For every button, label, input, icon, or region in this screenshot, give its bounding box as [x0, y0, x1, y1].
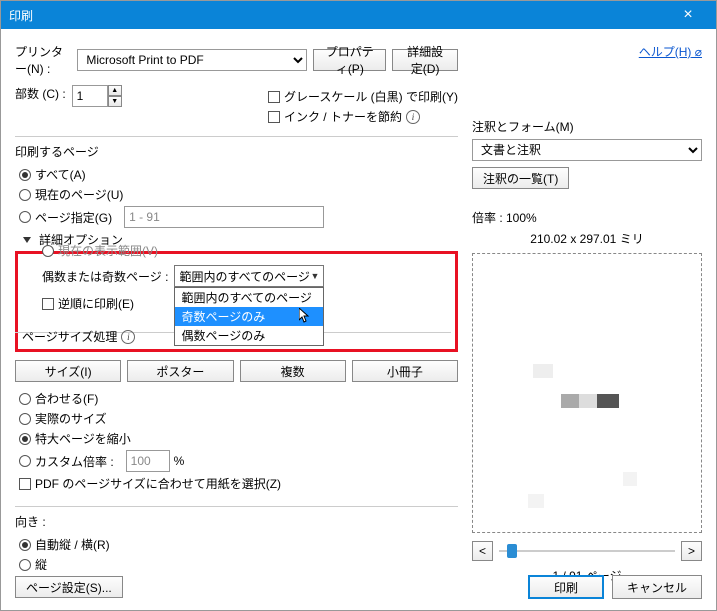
radio-auto-label: 自動縦 / 横(R): [35, 536, 110, 553]
tab-size[interactable]: サイズ(I): [15, 360, 121, 382]
odd-even-select[interactable]: 範囲内のすべてのページ ▼: [174, 265, 324, 287]
odd-even-label: 偶数または奇数ページ :: [42, 268, 168, 285]
sizing-group-label: ページサイズ処理: [22, 328, 117, 345]
print-preview: [472, 253, 702, 533]
info-icon[interactable]: i: [406, 110, 420, 124]
reverse-checkbox[interactable]: [42, 298, 54, 310]
grayscale-checkbox[interactable]: [268, 91, 280, 103]
reverse-label: 逆順に印刷(E): [58, 295, 134, 312]
radio-range[interactable]: [19, 211, 31, 223]
chevron-down-icon: ▼: [311, 271, 320, 281]
close-icon[interactable]: ×: [668, 6, 708, 24]
comments-group-label: 注釈とフォーム(M): [472, 118, 702, 135]
spinner-up-icon[interactable]: ▲: [108, 85, 122, 96]
spinner-down-icon[interactable]: ▼: [108, 96, 122, 107]
dropdown-option[interactable]: 偶数ページのみ: [175, 326, 323, 345]
radio-auto-orient[interactable]: [19, 539, 31, 551]
zoom-label: 倍率 : 100%: [472, 209, 702, 226]
copies-spinner[interactable]: ▲▼: [72, 85, 122, 107]
radio-fit[interactable]: [19, 393, 31, 405]
cursor-icon: [299, 308, 311, 324]
range-input[interactable]: [124, 206, 324, 228]
orientation-group-label: 向き :: [15, 513, 458, 530]
window-title: 印刷: [9, 7, 668, 24]
copies-label: 部数 (C) :: [15, 85, 66, 102]
info-icon[interactable]: i: [121, 330, 135, 344]
radio-portrait-label: 縦: [35, 556, 47, 573]
pages-group-label: 印刷するページ: [15, 143, 458, 160]
radio-current-view[interactable]: [42, 245, 54, 257]
radio-custom[interactable]: [19, 455, 31, 467]
cancel-button[interactable]: キャンセル: [612, 575, 702, 599]
next-page-button[interactable]: >: [681, 541, 702, 561]
choose-paper-label: PDF のページサイズに合わせて用紙を選択(Z): [35, 475, 281, 492]
radio-shrink[interactable]: [19, 433, 31, 445]
dimensions-label: 210.02 x 297.01 ミリ: [472, 230, 702, 247]
tab-poster[interactable]: ポスター: [127, 360, 233, 382]
printer-select[interactable]: Microsoft Print to PDF: [77, 49, 307, 71]
tab-booklet[interactable]: 小冊子: [352, 360, 458, 382]
help-link[interactable]: ヘルプ(H) ⌀: [639, 45, 702, 59]
dropdown-option[interactable]: 奇数ページのみ: [175, 307, 323, 326]
custom-scale-unit: %: [174, 454, 185, 468]
tab-multiple[interactable]: 複数: [240, 360, 346, 382]
printer-label: プリンター(N) :: [15, 43, 71, 77]
highlight-box: 現在の表示範囲(V) 偶数または奇数ページ : 範囲内のすべてのページ ▼ 範囲…: [15, 251, 458, 352]
radio-fit-label: 合わせる(F): [35, 390, 98, 407]
radio-all[interactable]: [19, 169, 31, 181]
radio-current-view-label: 現在の表示範囲(V): [58, 242, 158, 259]
dropdown-option[interactable]: 範囲内のすべてのページ: [175, 288, 323, 307]
slider-thumb[interactable]: [507, 544, 517, 558]
comments-select[interactable]: 文書と注釈: [472, 139, 702, 161]
custom-scale-label: カスタム倍率 :: [35, 453, 114, 470]
radio-portrait[interactable]: [19, 559, 31, 571]
radio-current[interactable]: [19, 189, 31, 201]
odd-even-dropdown: 範囲内のすべてのページ 奇数ページのみ 偶数ページのみ: [174, 287, 324, 346]
print-button[interactable]: 印刷: [528, 575, 604, 599]
inksave-label: インク / トナーを節約: [284, 108, 402, 125]
inksave-checkbox[interactable]: [268, 111, 280, 123]
radio-actual-label: 実際のサイズ: [35, 410, 107, 427]
comments-summary-button[interactable]: 注釈の一覧(T): [472, 167, 569, 189]
radio-actual[interactable]: [19, 413, 31, 425]
properties-button[interactable]: プロパティ(P): [313, 49, 386, 71]
grayscale-label: グレースケール (白黒) で印刷(Y): [284, 88, 458, 105]
page-setup-button[interactable]: ページ設定(S)...: [15, 576, 123, 598]
radio-shrink-label: 特大ページを縮小: [35, 430, 131, 447]
copies-input[interactable]: [72, 85, 108, 107]
page-slider[interactable]: [499, 550, 675, 552]
advanced-button[interactable]: 詳細設定(D): [392, 49, 458, 71]
custom-scale-input[interactable]: [126, 450, 170, 472]
titlebar: 印刷 ×: [1, 1, 716, 29]
radio-all-label: すべて(A): [35, 166, 86, 183]
prev-page-button[interactable]: <: [472, 541, 493, 561]
choose-paper-checkbox[interactable]: [19, 478, 31, 490]
radio-range-label: ページ指定(G): [35, 209, 112, 226]
radio-current-label: 現在のページ(U): [35, 186, 123, 203]
